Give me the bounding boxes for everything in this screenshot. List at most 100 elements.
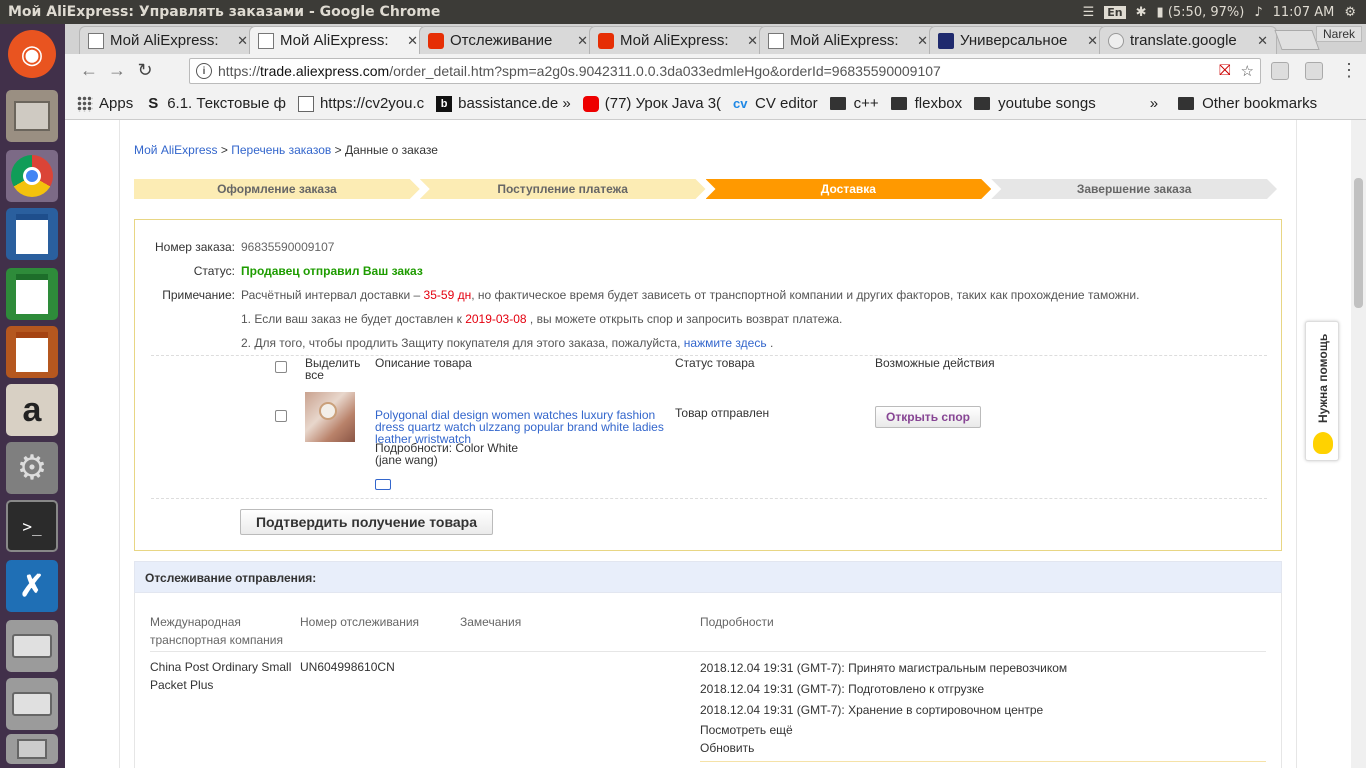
bookmark-folder-cpp[interactable]: c++ [829,95,879,112]
blocked-icon[interactable]: ⛝ [1219,62,1230,80]
step-order-placed: Оформление заказа [134,179,420,199]
scrollbar-thumb[interactable] [1354,178,1363,308]
bookmark-cv-editor[interactable]: cv CV editor [733,95,818,112]
close-icon[interactable]: ✕ [577,33,588,49]
ubuntu-dash-icon[interactable]: ◉ [8,30,56,78]
reload-icon[interactable]: ↻ [133,60,157,81]
column-description: Описание товара [375,356,472,370]
step-payment: Поступление платежа [420,179,706,199]
close-icon[interactable]: ✕ [1257,33,1268,49]
breadcrumb-current: Данные о заказе [344,143,438,157]
bookmarks-overflow-button[interactable]: » [1150,95,1158,112]
libreoffice-writer-icon[interactable] [6,208,58,260]
breadcrumb-orders-list[interactable]: Перечень заказов [231,143,331,157]
tab-2-active[interactable]: Мой AliExpress: ✕ [249,26,427,54]
bookmark-stepik[interactable]: S 6.1. Текстовые ф [145,95,286,112]
product-image[interactable] [305,392,355,442]
volume-icon[interactable]: ♪ [1254,5,1262,20]
close-icon[interactable]: ✕ [1087,33,1098,49]
battery-indicator[interactable]: ▮ (5:50, 97%) [1157,5,1245,20]
truck-icon[interactable] [375,479,391,490]
page-icon [297,95,314,112]
tab-7[interactable]: translate.google ✕ [1099,26,1277,54]
refresh-link[interactable]: Обновить [700,739,754,757]
status-label: Статус: [193,264,235,278]
order-progress: Оформление заказа Поступление платежа До… [134,179,1277,199]
bookmarks-bar: Apps S 6.1. Текстовые ф https://cv2you.c … [65,88,1366,120]
see-more-link[interactable]: Посмотреть ещё [700,721,793,739]
os-top-panel: Мой AliExpress: Управлять заказами - Goo… [0,0,1366,24]
forward-icon[interactable]: → [105,60,129,81]
confirm-receipt-button[interactable]: Подтвердить получение товара [240,509,493,535]
note-text: 2. Для того, чтобы продлить Защиту покуп… [241,336,681,350]
tab-3[interactable]: Отслеживание ✕ [419,26,597,54]
bookmark-youtube[interactable]: (77) Урок Java 3( [582,95,722,112]
tab-4[interactable]: Мой AliExpress: ✕ [589,26,767,54]
bluetooth-icon[interactable]: ✱ [1136,5,1147,20]
address-bar[interactable]: i https://trade.aliexpress.com/order_det… [189,58,1261,84]
bookmark-folder-flexbox[interactable]: flexbox [890,95,962,112]
libreoffice-impress-icon[interactable] [6,326,58,378]
tab-title: Мой AliExpress: [280,32,389,49]
new-tab-button[interactable] [1274,30,1320,50]
close-icon[interactable]: ✕ [407,33,418,49]
item-checkbox[interactable] [275,410,287,422]
bookmark-cv2you[interactable]: https://cv2you.c [297,95,424,112]
note-text: 1. Если ваш заказ не будет доставлен к [241,312,462,326]
column-details: Подробности [700,615,774,629]
close-icon[interactable]: ✕ [917,33,928,49]
drive-icon[interactable] [6,620,58,672]
product-link[interactable]: Polygonal dial design women watches luxu… [375,409,675,445]
tab-5[interactable]: Мой AliExpress: ✕ [759,26,937,54]
wifi-icon[interactable]: ☰ [1083,5,1095,20]
vscode-icon[interactable]: ✗ [6,560,58,612]
order-number-label: Номер заказа: [154,240,235,254]
trash-icon[interactable] [6,734,58,764]
close-icon[interactable]: ✕ [237,33,248,49]
back-icon[interactable]: ← [77,60,101,81]
folder-icon [974,97,991,110]
select-all-checkbox[interactable] [275,361,287,373]
seller-name: (jane wang) [375,453,438,467]
tracking-section: Международная транспортная компания Номе… [134,593,1282,768]
translate-icon [1108,32,1124,49]
libreoffice-calc-icon[interactable] [6,268,58,320]
extension-icon-2[interactable] [1305,62,1323,80]
tab-title: Универсальное [960,32,1068,49]
drive-icon-2[interactable] [6,678,58,730]
bookmark-bassistance[interactable]: b bassistance.de » [436,95,571,112]
extend-protection-link[interactable]: нажмите здесь [684,336,767,350]
profile-button[interactable]: Narek [1315,26,1362,42]
clock[interactable]: 11:07 AM [1273,5,1335,20]
amazon-icon[interactable]: a [6,384,58,436]
terminal-icon[interactable]: >_ [6,500,58,552]
page-scrollbar[interactable] [1351,120,1366,768]
open-dispute-button[interactable]: Открыть спор [875,406,981,428]
other-bookmarks[interactable]: Other bookmarks [1178,95,1317,112]
bookmark-label: (77) Урок Java 3( [604,95,722,112]
tracking-header: Отслеживание отправления: [134,561,1282,593]
bookmark-star-icon[interactable]: ☆ [1241,62,1254,80]
close-icon[interactable]: ✕ [747,33,758,49]
breadcrumb: Мой AliExpress > Перечень заказов > Данн… [134,143,438,157]
bookmark-folder-youtube-songs[interactable]: youtube songs [974,95,1096,112]
tab-6[interactable]: Универсальное ✕ [929,26,1107,54]
extension-icon[interactable] [1271,62,1289,80]
system-settings-icon[interactable]: ⚙ [6,442,58,494]
note-text: Расчётный интервал доставки – [241,288,421,302]
chrome-icon[interactable] [6,150,58,202]
bookmark-apps[interactable]: Apps [77,95,133,112]
url-scheme: https:// [218,63,261,79]
power-icon[interactable]: ⚙ [1344,5,1356,20]
keyboard-layout[interactable]: En [1104,5,1126,19]
info-icon[interactable]: i [196,63,212,79]
breadcrumb-my-aliexpress[interactable]: Мой AliExpress [134,143,218,157]
browser-chrome: Мой AliExpress: ✕ Мой AliExpress: ✕ Отслеж… [65,24,1366,120]
tab-1[interactable]: Мой AliExpress: ✕ [79,26,257,54]
note-text: , но фактическое время будет зависеть от… [471,288,1140,302]
note-text: . [769,336,774,350]
help-widget[interactable]: Нужна помощь [1305,321,1339,461]
menu-icon[interactable]: ⋮ [1337,60,1361,81]
files-icon[interactable] [6,90,58,142]
page-icon [768,32,784,49]
